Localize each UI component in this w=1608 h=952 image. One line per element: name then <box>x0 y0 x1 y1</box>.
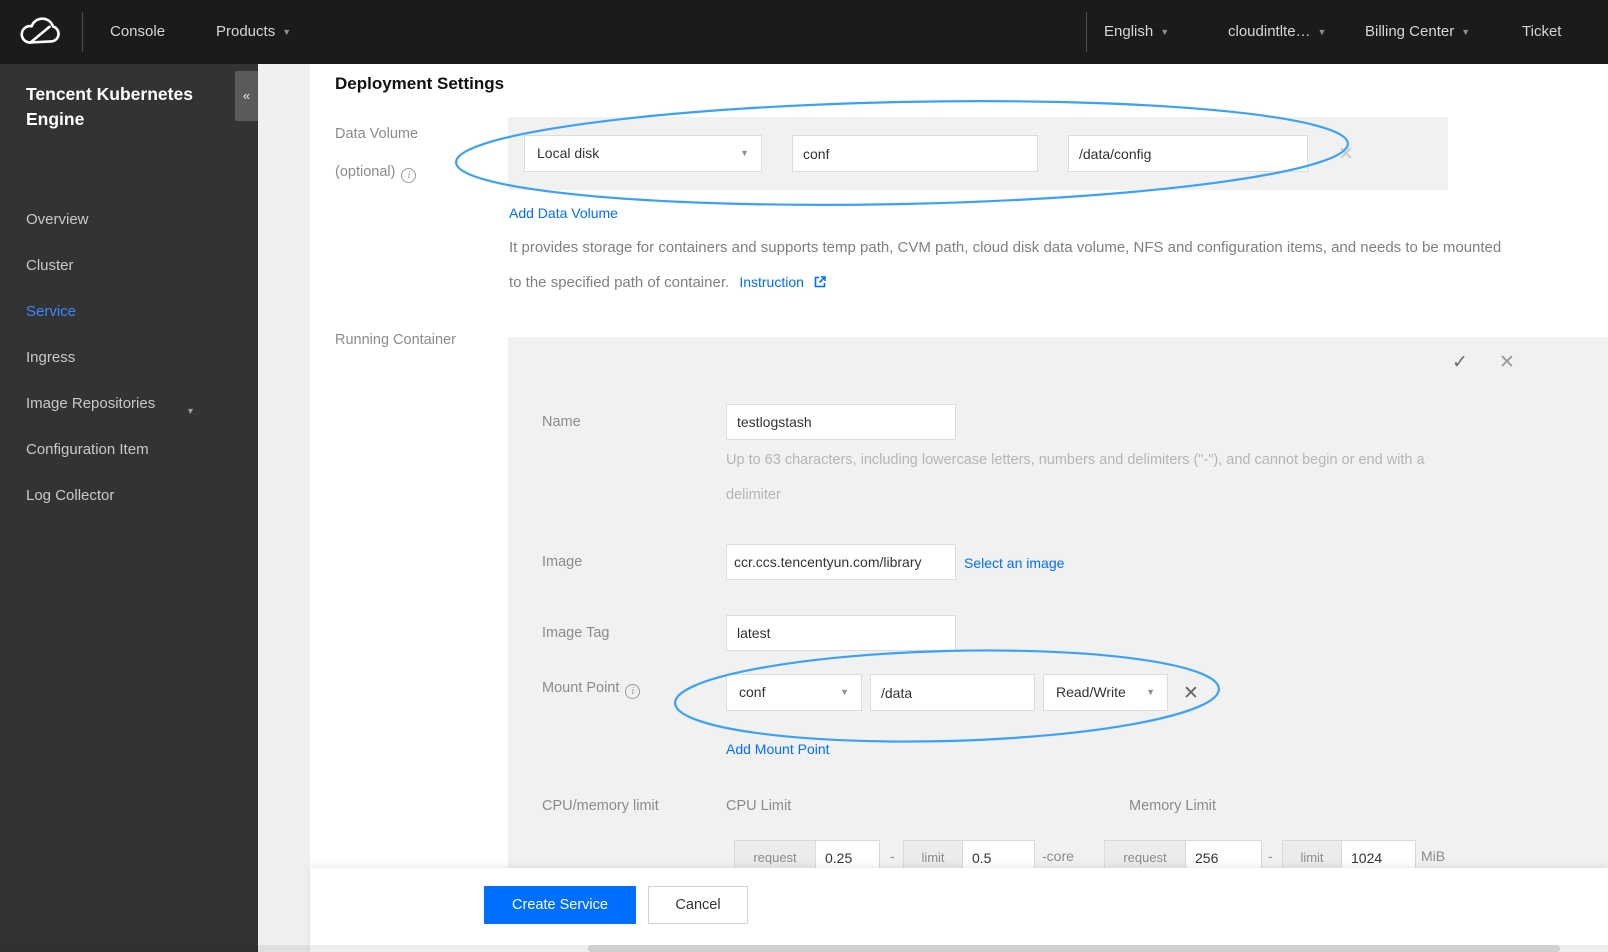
chevrons-left-icon: « <box>242 88 251 103</box>
chevron-down-icon: ▼ <box>1317 27 1327 37</box>
ticket-link[interactable]: Ticket <box>1522 0 1561 64</box>
mount-point-label: Mount Point i <box>542 680 641 699</box>
data-volume-optional-label: (optional) i <box>335 164 417 183</box>
account-menu[interactable]: cloudintlte… ▼ <box>1228 0 1326 64</box>
cpu-range-separator: - <box>890 848 895 864</box>
mount-volume-select[interactable]: conf ▼ <box>726 674 862 711</box>
nav-divider <box>82 12 83 52</box>
sidebar-item-service[interactable]: Service <box>26 303 76 323</box>
sidebar: Tencent Kubernetes Engine « Overview Clu… <box>0 64 258 952</box>
image-input[interactable] <box>726 544 956 580</box>
language-menu[interactable]: English ▼ <box>1104 0 1169 64</box>
sidebar-item-cluster[interactable]: Cluster <box>26 257 74 277</box>
sidebar-item-image-repositories[interactable]: Image Repositories <box>26 395 155 415</box>
container-name-help-line2: delimiter <box>726 487 781 503</box>
cpu-memory-limit-label: CPU/memory limit <box>542 798 659 814</box>
top-nav: Console Products ▼ English ▼ cloudintlte… ▼… <box>0 0 1608 64</box>
chevron-down-icon: ▼ <box>1160 27 1170 37</box>
data-volume-description-line1: It provides storage for containers and s… <box>509 239 1502 256</box>
add-mount-point-link[interactable]: Add Mount Point <box>726 741 830 757</box>
image-tag-input[interactable] <box>726 615 956 651</box>
tencent-cloud-logo-icon[interactable] <box>18 13 62 56</box>
horizontal-scrollbar-thumb[interactable] <box>588 945 1560 952</box>
running-container-label: Running Container <box>335 332 456 348</box>
confirm-container-icon[interactable]: ✓ <box>1452 351 1468 374</box>
data-volume-path-input[interactable] <box>1068 135 1308 172</box>
tke-console-page: Console Products ▼ English ▼ cloudintlte… ▼… <box>0 0 1608 952</box>
billing-center-menu[interactable]: Billing Center ▼ <box>1365 0 1470 64</box>
data-volume-label: Data Volume <box>335 126 419 142</box>
cancel-button[interactable]: Cancel <box>648 886 748 924</box>
memory-limit-header: Memory Limit <box>1129 798 1217 814</box>
footer-bar: Create Service Cancel <box>310 868 1608 952</box>
select-image-link[interactable]: Select an image <box>964 555 1064 571</box>
remove-container-icon[interactable]: ✕ <box>1499 351 1515 374</box>
chevron-down-icon: ▼ <box>1461 27 1471 37</box>
sidebar-item-overview[interactable]: Overview <box>26 211 89 231</box>
console-link[interactable]: Console <box>110 0 165 64</box>
info-icon[interactable]: i <box>401 168 417 183</box>
add-data-volume-link[interactable]: Add Data Volume <box>509 205 618 221</box>
external-link-icon[interactable] <box>813 275 827 293</box>
info-icon[interactable]: i <box>625 684 641 699</box>
products-menu[interactable]: Products ▼ <box>216 0 291 64</box>
sidebar-item-configuration-item[interactable]: Configuration Item <box>26 441 149 461</box>
remove-mount-point-icon[interactable]: ✕ <box>1183 682 1199 705</box>
instruction-link[interactable]: Instruction <box>739 274 804 290</box>
image-label: Image <box>542 554 583 570</box>
data-volume-description-line2: to the specified path of container. Inst… <box>509 274 827 293</box>
running-container-panel <box>508 337 1608 872</box>
remove-data-volume-icon[interactable]: ✕ <box>1338 143 1354 166</box>
chevron-down-icon: ▼ <box>740 148 749 158</box>
chevron-down-icon: ▼ <box>282 27 292 37</box>
page-background-gap <box>258 64 310 952</box>
nav-divider-right <box>1086 12 1087 52</box>
container-name-label: Name <box>542 414 581 430</box>
page-title: Deployment Settings <box>335 74 505 93</box>
sidebar-title: Tencent Kubernetes Engine <box>26 84 193 130</box>
chevron-down-icon[interactable]: ▼ <box>186 406 195 416</box>
data-volume-name-input[interactable] <box>792 135 1038 172</box>
container-name-input[interactable] <box>726 404 956 440</box>
container-name-help-line1: Up to 63 characters, including lowercase… <box>726 452 1425 468</box>
cpu-limit-header: CPU Limit <box>726 798 792 814</box>
data-volume-type-select[interactable]: Local disk ▼ <box>524 135 762 172</box>
sidebar-item-log-collector[interactable]: Log Collector <box>26 487 114 507</box>
memory-unit-label: MiB <box>1421 848 1446 864</box>
image-tag-label: Image Tag <box>542 625 610 641</box>
sidebar-item-ingress[interactable]: Ingress <box>26 349 75 369</box>
chevron-down-icon: ▼ <box>840 687 849 697</box>
chevron-down-icon: ▼ <box>1146 687 1155 697</box>
memory-range-separator: - <box>1268 848 1273 864</box>
create-service-button[interactable]: Create Service <box>484 886 636 924</box>
mount-mode-select[interactable]: Read/Write ▼ <box>1043 674 1168 711</box>
collapse-sidebar-button[interactable]: « <box>235 71 258 121</box>
cpu-unit-label: -core <box>1042 848 1074 864</box>
mount-path-input[interactable] <box>870 674 1035 711</box>
